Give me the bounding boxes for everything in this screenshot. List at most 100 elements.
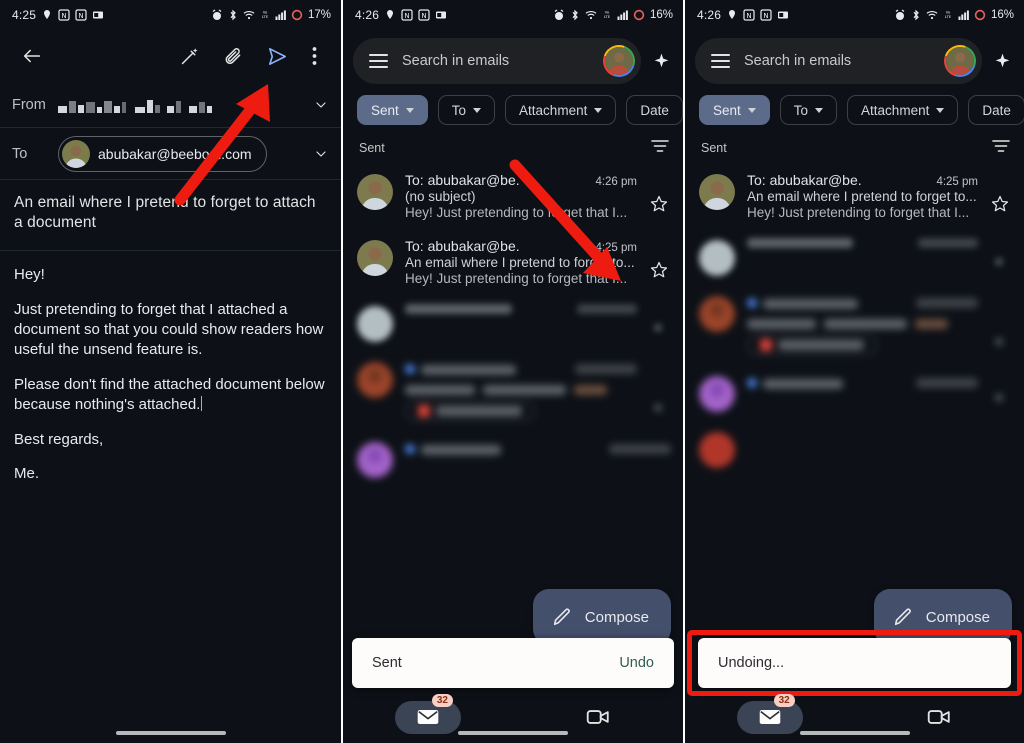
panel-compose: 4:25 N N Vo LTE 17% From To abubakar@bee… [0, 0, 341, 743]
table-row[interactable]: To: abubakar@be. 4:26 pm (no subject) He… [343, 164, 683, 230]
to-field-row[interactable]: To abubakar@beebom.com [0, 128, 341, 180]
menu-icon[interactable] [711, 54, 730, 68]
star-icon[interactable] [649, 260, 671, 285]
mail-snippet: Hey! Just pretending to forget that I... [747, 205, 970, 220]
mail-list: To: abubakar@be. 4:25 pm An email where … [685, 164, 1024, 478]
table-row-blurred[interactable] [343, 296, 683, 352]
from-value-redacted [58, 97, 307, 113]
nav-mail[interactable]: 32 [736, 693, 803, 734]
account-avatar[interactable] [944, 45, 976, 77]
gemini-sparkle-icon[interactable] [990, 52, 1014, 71]
compose-fab[interactable]: Compose [532, 589, 671, 645]
sort-filter-icon[interactable] [992, 139, 1010, 156]
body-paragraph: Best regards, [14, 430, 104, 448]
star-icon[interactable] [990, 252, 1012, 275]
notion-icon: N [418, 9, 430, 21]
notion-icon: N [401, 9, 413, 21]
pdf-icon [418, 405, 430, 417]
star-icon[interactable] [649, 398, 671, 421]
sort-filter-icon[interactable] [651, 139, 669, 156]
section-label: Sent [701, 140, 727, 155]
mail-content: To: abubakar@be. 4:25 pm An email where … [747, 172, 978, 220]
star-icon[interactable] [990, 332, 1012, 355]
undo-button[interactable]: Undo [619, 655, 654, 671]
news-icon [435, 9, 447, 21]
gemini-sparkle-icon[interactable] [649, 52, 673, 71]
mail-icon [759, 709, 781, 725]
gesture-bar [458, 731, 568, 735]
mail-header: To: abubakar@be. 4:25 pm [405, 238, 637, 254]
star-icon[interactable] [649, 318, 671, 341]
table-row[interactable]: To: abubakar@be. 4:25 pm An email where … [343, 230, 683, 296]
location-icon [41, 9, 53, 21]
more-options-icon[interactable] [299, 36, 329, 76]
chip-attachment[interactable]: Attachment [847, 95, 959, 125]
search-bar[interactable]: Search in emails [695, 38, 982, 84]
nav-meet[interactable] [565, 701, 631, 734]
chip-date[interactable]: Date [968, 95, 1024, 125]
star-icon[interactable] [649, 194, 671, 219]
nav-mail[interactable]: 32 [395, 693, 461, 734]
mail-list: To: abubakar@be. 4:26 pm (no subject) He… [343, 164, 683, 488]
star-icon[interactable] [990, 194, 1012, 219]
svg-text:LTE: LTE [262, 15, 269, 19]
status-bar: 4:26 N N Vo LTE 16% [685, 0, 1024, 30]
nav-meet[interactable] [906, 701, 972, 734]
chip-label: Attachment [861, 102, 930, 118]
chip-to[interactable]: To [779, 95, 838, 125]
compose-label: Compose [584, 608, 649, 626]
magic-compose-icon[interactable] [167, 36, 211, 76]
table-row-blurred[interactable] [343, 352, 683, 432]
body-paragraph: Please don't find the attached document … [14, 375, 327, 415]
attach-icon[interactable] [211, 36, 255, 76]
chip-label: Date [640, 102, 669, 118]
email-body[interactable]: Hey! Just pretending to forget that I at… [0, 251, 341, 485]
recipient-chip[interactable]: abubakar@beebom.com [58, 135, 267, 172]
table-row-blurred[interactable] [685, 286, 1024, 366]
chip-sent[interactable]: Sent [357, 95, 428, 125]
chip-sent[interactable]: Sent [699, 95, 770, 125]
table-row-blurred[interactable] [685, 366, 1024, 422]
send-icon[interactable] [255, 36, 299, 76]
svg-text:LTE: LTE [945, 15, 952, 19]
compose-fab[interactable]: Compose [873, 589, 1012, 645]
snackbar-message: Undoing... [718, 655, 785, 671]
menu-icon[interactable] [369, 54, 388, 68]
avatar [357, 442, 393, 478]
status-time: 4:26 [697, 8, 722, 22]
status-bar-left: 4:25 N N [12, 8, 104, 22]
mail-subject: (no subject) [405, 189, 476, 204]
mail-icon [417, 709, 439, 725]
chip-attachment[interactable]: Attachment [505, 95, 617, 125]
search-input[interactable]: Search in emails [744, 53, 930, 69]
chip-label: Sent [371, 102, 399, 118]
status-bar-left: 4:26 N N [697, 8, 789, 22]
mail-content: To: abubakar@be. 4:25 pm An email where … [405, 238, 637, 286]
from-expand-icon[interactable] [307, 97, 329, 113]
volte-icon: Vo LTE [601, 9, 613, 21]
table-row-blurred[interactable] [685, 422, 1024, 478]
attachment-pill[interactable] [747, 335, 877, 355]
battery-ring-icon [633, 9, 645, 21]
battery-percent: 16% [649, 9, 673, 21]
star-icon[interactable] [990, 388, 1012, 411]
table-row[interactable]: To: abubakar@be. 4:25 pm An email where … [685, 164, 1024, 230]
chip-label: Date [982, 102, 1011, 118]
section-label: Sent [359, 140, 385, 155]
chip-date[interactable]: Date [626, 95, 683, 125]
compose-toolbar [0, 30, 341, 82]
subject-field[interactable]: An email where I pretend to forget to at… [0, 180, 341, 251]
mail-content: To: abubakar@be. 4:26 pm (no subject) He… [405, 172, 637, 220]
search-bar[interactable]: Search in emails [353, 38, 641, 84]
table-row-blurred[interactable] [685, 230, 1024, 286]
attachment-pill[interactable] [405, 401, 535, 421]
back-button[interactable] [12, 36, 52, 76]
account-avatar[interactable] [603, 45, 635, 77]
search-input[interactable]: Search in emails [402, 53, 589, 69]
chip-to[interactable]: To [437, 95, 496, 125]
table-row-blurred[interactable] [343, 432, 683, 488]
from-field-row[interactable]: From [0, 82, 341, 128]
to-expand-icon[interactable] [307, 146, 329, 162]
pdf-icon [760, 339, 772, 351]
status-bar: 4:26 N N Vo LTE 16% [343, 0, 683, 30]
